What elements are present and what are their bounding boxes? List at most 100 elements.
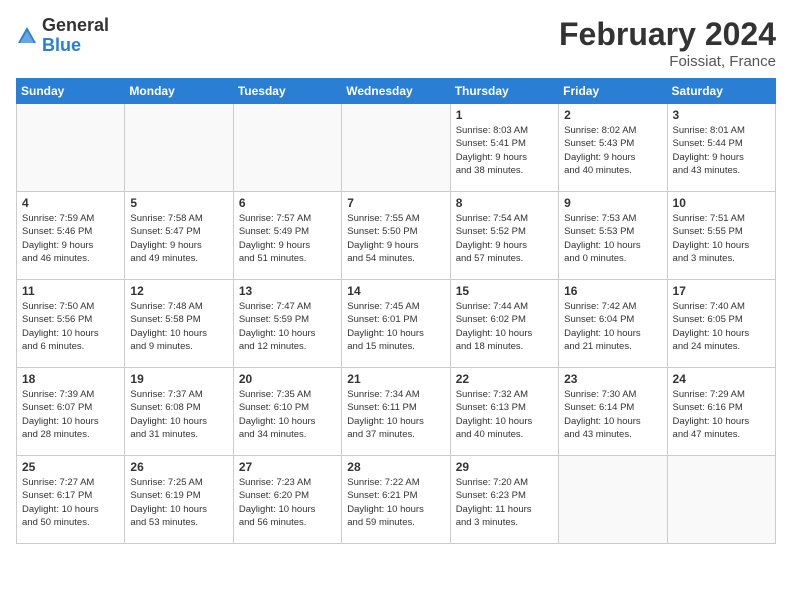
column-header-saturday: Saturday xyxy=(667,79,775,104)
calendar-cell: 29Sunrise: 7:20 AM Sunset: 6:23 PM Dayli… xyxy=(450,456,558,544)
day-info: Sunrise: 7:47 AM Sunset: 5:59 PM Dayligh… xyxy=(239,300,336,353)
day-number: 4 xyxy=(22,196,119,210)
day-info: Sunrise: 7:27 AM Sunset: 6:17 PM Dayligh… xyxy=(22,476,119,529)
calendar-cell: 16 Sunrise: 7:42 AM Sunset: 6:04 PM Dayli… xyxy=(559,280,667,368)
logo-icon xyxy=(16,25,38,47)
day-number: 29 xyxy=(456,460,553,474)
day-info: Sunrise: 7:32 AM Sunset: 6:13 PM Dayligh… xyxy=(456,388,553,441)
day-number: 7 xyxy=(347,196,444,210)
calendar-cell xyxy=(559,456,667,544)
column-header-sunday: Sunday xyxy=(17,79,125,104)
day-info: Sunrise: 7:25 AM Sunset: 6:19 PM Dayligh… xyxy=(130,476,227,529)
calendar-cell: 18 Sunrise: 7:39 AM Sunset: 6:07 PM Dayli… xyxy=(17,368,125,456)
column-header-wednesday: Wednesday xyxy=(342,79,450,104)
day-number: 1 xyxy=(456,108,553,122)
day-number: 8 xyxy=(456,196,553,210)
day-number: 10 xyxy=(673,196,770,210)
day-number: 22 xyxy=(456,372,553,386)
calendar-cell: 21 Sunrise: 7:34 AM Sunset: 6:11 PM Dayli… xyxy=(342,368,450,456)
header-row: SundayMondayTuesdayWednesdayThursdayFrid… xyxy=(17,79,776,104)
day-info: Sunrise: 7:40 AM Sunset: 6:05 PM Dayligh… xyxy=(673,300,770,353)
calendar-cell xyxy=(342,104,450,192)
day-number: 2 xyxy=(564,108,661,122)
day-number: 16 xyxy=(564,284,661,298)
column-header-monday: Monday xyxy=(125,79,233,104)
calendar-cell: 10 Sunrise: 7:51 AM Sunset: 5:55 PM Dayli… xyxy=(667,192,775,280)
day-number: 12 xyxy=(130,284,227,298)
logo: General Blue xyxy=(16,16,109,56)
day-info: Sunrise: 7:53 AM Sunset: 5:53 PM Dayligh… xyxy=(564,212,661,265)
day-info: Sunrise: 7:48 AM Sunset: 5:58 PM Dayligh… xyxy=(130,300,227,353)
calendar-cell xyxy=(667,456,775,544)
day-info: Sunrise: 8:03 AM Sunset: 5:41 PM Dayligh… xyxy=(456,124,553,177)
day-number: 24 xyxy=(673,372,770,386)
logo-text: General Blue xyxy=(42,16,109,56)
calendar-cell: 14Sunrise: 7:45 AM Sunset: 6:01 PM Dayli… xyxy=(342,280,450,368)
calendar-cell xyxy=(17,104,125,192)
day-info: Sunrise: 7:45 AM Sunset: 6:01 PM Dayligh… xyxy=(347,300,444,353)
calendar-cell: 15 Sunrise: 7:44 AM Sunset: 6:02 PM Dayli… xyxy=(450,280,558,368)
calendar-cell: 23Sunrise: 7:30 AM Sunset: 6:14 PM Dayli… xyxy=(559,368,667,456)
calendar-table: SundayMondayTuesdayWednesdayThursdayFrid… xyxy=(16,78,776,544)
day-info: Sunrise: 7:39 AM Sunset: 6:07 PM Dayligh… xyxy=(22,388,119,441)
calendar-cell xyxy=(233,104,341,192)
day-info: Sunrise: 7:55 AM Sunset: 5:50 PM Dayligh… xyxy=(347,212,444,265)
calendar-cell: 26 Sunrise: 7:25 AM Sunset: 6:19 PM Dayli… xyxy=(125,456,233,544)
day-number: 13 xyxy=(239,284,336,298)
calendar-cell: 28 Sunrise: 7:22 AM Sunset: 6:21 PM Dayli… xyxy=(342,456,450,544)
calendar-cell: 20 Sunrise: 7:35 AM Sunset: 6:10 PM Dayli… xyxy=(233,368,341,456)
calendar-cell: 13 Sunrise: 7:47 AM Sunset: 5:59 PM Dayli… xyxy=(233,280,341,368)
calendar-cell: 9 Sunrise: 7:53 AM Sunset: 5:53 PM Daylig… xyxy=(559,192,667,280)
day-info: Sunrise: 7:22 AM Sunset: 6:21 PM Dayligh… xyxy=(347,476,444,529)
week-row-4: 18 Sunrise: 7:39 AM Sunset: 6:07 PM Dayli… xyxy=(17,368,776,456)
week-row-1: 1 Sunrise: 8:03 AM Sunset: 5:41 PM Daylig… xyxy=(17,104,776,192)
day-info: Sunrise: 7:51 AM Sunset: 5:55 PM Dayligh… xyxy=(673,212,770,265)
day-number: 26 xyxy=(130,460,227,474)
day-info: Sunrise: 8:02 AM Sunset: 5:43 PM Dayligh… xyxy=(564,124,661,177)
calendar-cell: 11Sunrise: 7:50 AM Sunset: 5:56 PM Dayli… xyxy=(17,280,125,368)
day-info: Sunrise: 7:42 AM Sunset: 6:04 PM Dayligh… xyxy=(564,300,661,353)
day-info: Sunrise: 7:34 AM Sunset: 6:11 PM Dayligh… xyxy=(347,388,444,441)
calendar-cell: 12 Sunrise: 7:48 AM Sunset: 5:58 PM Dayli… xyxy=(125,280,233,368)
calendar-cell: 7 Sunrise: 7:55 AM Sunset: 5:50 PM Daylig… xyxy=(342,192,450,280)
day-number: 5 xyxy=(130,196,227,210)
day-number: 20 xyxy=(239,372,336,386)
day-info: Sunrise: 7:30 AM Sunset: 6:14 PM Dayligh… xyxy=(564,388,661,441)
calendar-cell: 22 Sunrise: 7:32 AM Sunset: 6:13 PM Dayli… xyxy=(450,368,558,456)
day-info: Sunrise: 7:37 AM Sunset: 6:08 PM Dayligh… xyxy=(130,388,227,441)
day-number: 18 xyxy=(22,372,119,386)
day-number: 28 xyxy=(347,460,444,474)
day-info: Sunrise: 8:01 AM Sunset: 5:44 PM Dayligh… xyxy=(673,124,770,177)
day-number: 25 xyxy=(22,460,119,474)
column-header-thursday: Thursday xyxy=(450,79,558,104)
calendar-title: February 2024 xyxy=(559,16,776,53)
day-number: 6 xyxy=(239,196,336,210)
calendar-cell: 24 Sunrise: 7:29 AM Sunset: 6:16 PM Dayli… xyxy=(667,368,775,456)
day-number: 21 xyxy=(347,372,444,386)
week-row-3: 11Sunrise: 7:50 AM Sunset: 5:56 PM Dayli… xyxy=(17,280,776,368)
day-number: 3 xyxy=(673,108,770,122)
day-info: Sunrise: 7:57 AM Sunset: 5:49 PM Dayligh… xyxy=(239,212,336,265)
calendar-cell: 5 Sunrise: 7:58 AM Sunset: 5:47 PM Daylig… xyxy=(125,192,233,280)
page-header: General Blue February 2024 Foissiat, Fra… xyxy=(16,16,776,70)
day-info: Sunrise: 7:44 AM Sunset: 6:02 PM Dayligh… xyxy=(456,300,553,353)
day-info: Sunrise: 7:23 AM Sunset: 6:20 PM Dayligh… xyxy=(239,476,336,529)
day-number: 17 xyxy=(673,284,770,298)
calendar-cell: 27Sunrise: 7:23 AM Sunset: 6:20 PM Dayli… xyxy=(233,456,341,544)
calendar-cell: 17 Sunrise: 7:40 AM Sunset: 6:05 PM Dayli… xyxy=(667,280,775,368)
calendar-subtitle: Foissiat, France xyxy=(559,53,776,70)
day-info: Sunrise: 7:29 AM Sunset: 6:16 PM Dayligh… xyxy=(673,388,770,441)
calendar-cell xyxy=(125,104,233,192)
calendar-cell: 1 Sunrise: 8:03 AM Sunset: 5:41 PM Daylig… xyxy=(450,104,558,192)
calendar-cell: 6 Sunrise: 7:57 AM Sunset: 5:49 PM Daylig… xyxy=(233,192,341,280)
day-number: 15 xyxy=(456,284,553,298)
column-header-friday: Friday xyxy=(559,79,667,104)
day-number: 9 xyxy=(564,196,661,210)
calendar-cell: 25 Sunrise: 7:27 AM Sunset: 6:17 PM Dayli… xyxy=(17,456,125,544)
week-row-5: 25 Sunrise: 7:27 AM Sunset: 6:17 PM Dayli… xyxy=(17,456,776,544)
day-number: 19 xyxy=(130,372,227,386)
day-info: Sunrise: 7:35 AM Sunset: 6:10 PM Dayligh… xyxy=(239,388,336,441)
column-header-tuesday: Tuesday xyxy=(233,79,341,104)
week-row-2: 4Sunrise: 7:59 AM Sunset: 5:46 PM Daylig… xyxy=(17,192,776,280)
day-info: Sunrise: 7:58 AM Sunset: 5:47 PM Dayligh… xyxy=(130,212,227,265)
